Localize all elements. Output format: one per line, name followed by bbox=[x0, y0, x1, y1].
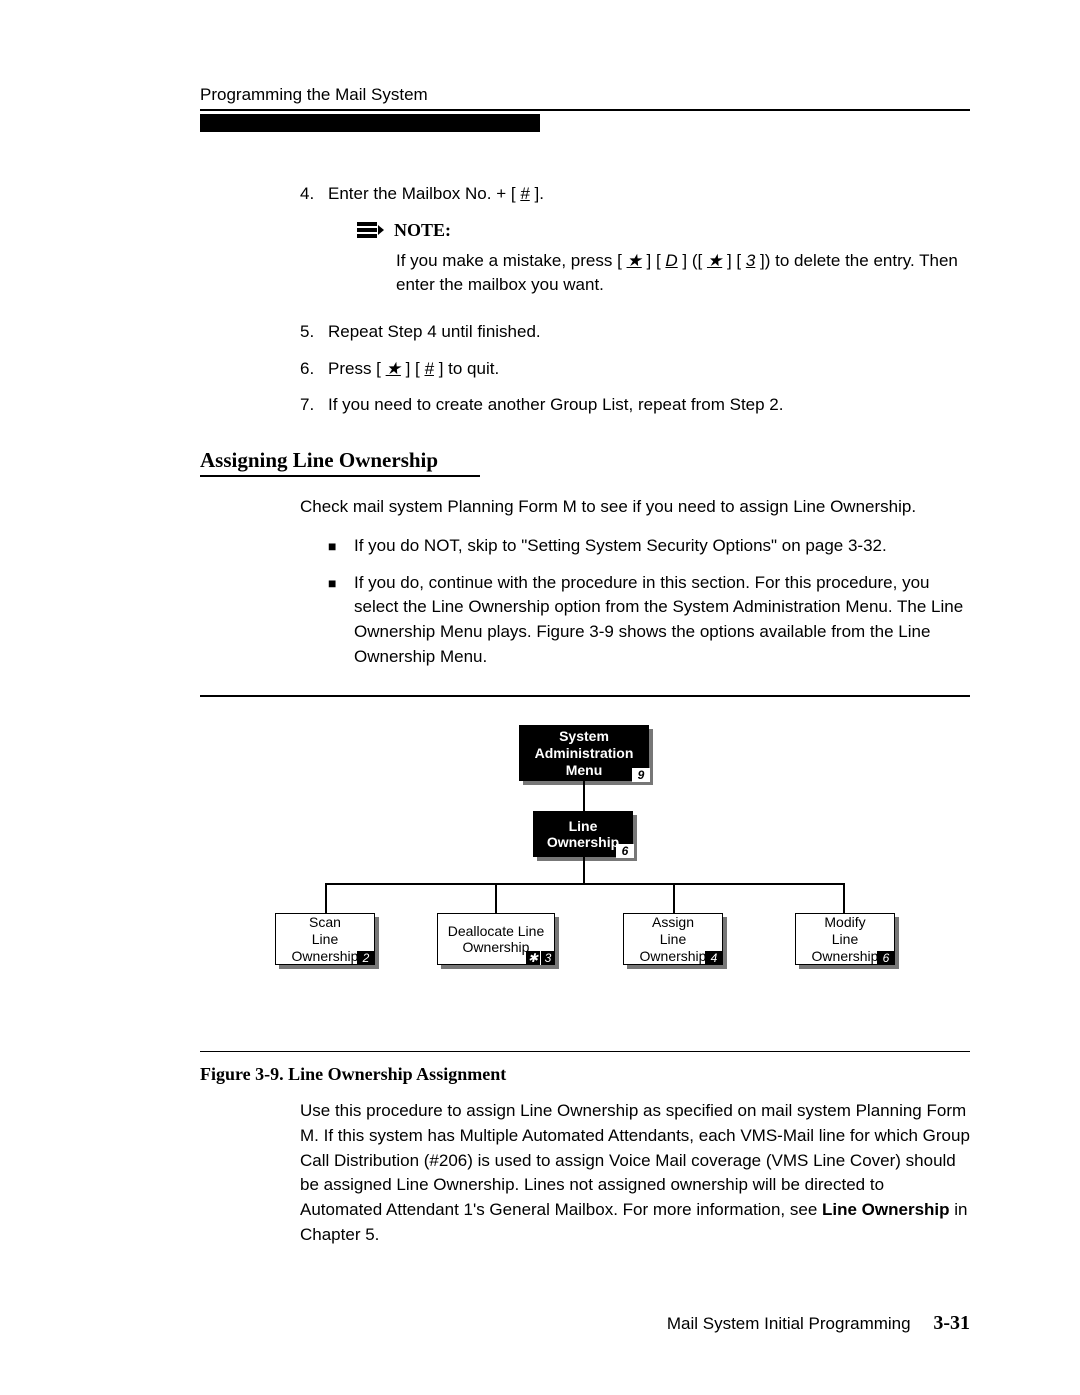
figure-caption: Figure 3-9. Line Ownership Assignment bbox=[200, 1064, 970, 1085]
node-badge: 2 bbox=[357, 951, 375, 965]
node-line: Assign bbox=[630, 914, 716, 931]
bullet-icon: ■ bbox=[328, 571, 354, 596]
header-rule bbox=[200, 109, 970, 111]
node-system-admin-menu: System Administration Menu 9 bbox=[519, 725, 649, 781]
step-4: 4. Enter the Mailbox No. + [ # ]. bbox=[300, 182, 970, 308]
node-line: Ownership bbox=[802, 948, 888, 965]
bullet-text: If you do NOT, skip to "Setting System S… bbox=[354, 534, 970, 559]
step-5: 5. Repeat Step 4 until finished. bbox=[300, 320, 970, 345]
node-line: Ownership bbox=[282, 948, 368, 965]
header-block bbox=[200, 114, 540, 132]
page-footer: Mail System Initial Programming 3-31 bbox=[667, 1312, 970, 1335]
node-modify-line-ownership: Modify Line Ownership 6 bbox=[795, 913, 895, 965]
node-assign-line-ownership: Assign Line Ownership 4 bbox=[623, 913, 723, 965]
node-badge: 9 bbox=[632, 768, 650, 782]
step-text: ] [ bbox=[401, 359, 425, 378]
node-badge: 4 bbox=[705, 951, 723, 965]
key-hash: # bbox=[520, 184, 529, 203]
node-badge-num: 3 bbox=[541, 951, 555, 965]
key-star: ★ bbox=[386, 359, 401, 378]
step-7: 7. If you need to create another Group L… bbox=[300, 393, 970, 418]
node-line: Scan bbox=[282, 914, 368, 931]
node-line: Ownership bbox=[630, 948, 716, 965]
note-text: ] [ bbox=[722, 251, 746, 270]
node-line: Line bbox=[539, 818, 627, 835]
step-text: Press [ bbox=[328, 359, 386, 378]
note-text: ] [ bbox=[642, 251, 666, 270]
node-line: Administration bbox=[525, 745, 643, 762]
step-6: 6. Press [ ★ ] [ # ] to quit. bbox=[300, 357, 970, 382]
node-badge: 6 bbox=[877, 951, 895, 965]
node-line-ownership: Line Ownership 6 bbox=[533, 811, 633, 857]
step-text: ] to quit. bbox=[434, 359, 499, 378]
node-line: System bbox=[525, 728, 643, 745]
section-rule bbox=[200, 475, 480, 477]
figure-bottom-rule bbox=[200, 1051, 970, 1052]
paragraph: Use this procedure to assign Line Owners… bbox=[300, 1099, 970, 1247]
key-d: D bbox=[665, 251, 677, 270]
running-head: Programming the Mail System bbox=[200, 85, 970, 105]
paragraph: Check mail system Planning Form M to see… bbox=[300, 495, 970, 520]
note-text: If you make a mistake, press [ bbox=[396, 251, 627, 270]
figure-top-rule bbox=[200, 695, 970, 697]
note-label-text: NOTE: bbox=[394, 217, 451, 243]
step-text: Repeat Step 4 until finished. bbox=[328, 320, 970, 345]
node-line: Menu bbox=[525, 762, 643, 779]
bullet-text: If you do, continue with the procedure i… bbox=[354, 571, 970, 670]
node-badge: 6 bbox=[616, 844, 634, 858]
node-line: Ownership bbox=[539, 834, 627, 851]
node-line: Line bbox=[630, 931, 716, 948]
node-badge: ✱ 3 bbox=[526, 951, 555, 965]
node-deallocate-line-ownership: Deallocate Line Ownership ✱ 3 bbox=[437, 913, 555, 965]
step-number: 4. bbox=[300, 182, 328, 207]
key-star: ★ bbox=[627, 251, 642, 270]
step-text: Enter the Mailbox No. + [ bbox=[328, 184, 520, 203]
key-hash: # bbox=[425, 359, 434, 378]
paragraph-bold: Line Ownership bbox=[822, 1200, 950, 1219]
step-number: 5. bbox=[300, 320, 328, 345]
step-number: 7. bbox=[300, 393, 328, 418]
step-text: If you need to create another Group List… bbox=[328, 393, 970, 418]
page-number: 3-31 bbox=[933, 1312, 970, 1334]
note-icon bbox=[356, 221, 384, 239]
key-star: ★ bbox=[707, 251, 722, 270]
bullet-item: ■ If you do NOT, skip to "Setting System… bbox=[328, 534, 970, 559]
node-badge-star: ✱ bbox=[526, 951, 540, 965]
diagram: System Administration Menu 9 Line Owners… bbox=[265, 725, 905, 1025]
bullet-icon: ■ bbox=[328, 534, 354, 559]
node-line: Modify bbox=[802, 914, 888, 931]
step-text: ]. bbox=[530, 184, 544, 203]
key-3: 3 bbox=[746, 251, 755, 270]
node-scan-line-ownership: Scan Line Ownership 2 bbox=[275, 913, 375, 965]
note-block: NOTE: If you make a mistake, press [ ★ ]… bbox=[356, 217, 970, 298]
section-title: Assigning Line Ownership bbox=[200, 448, 970, 473]
step-number: 6. bbox=[300, 357, 328, 382]
note-text: ] ([ bbox=[678, 251, 707, 270]
node-line: Line bbox=[282, 931, 368, 948]
bullet-item: ■ If you do, continue with the procedure… bbox=[328, 571, 970, 670]
node-line: Line bbox=[802, 931, 888, 948]
node-line: Deallocate Line bbox=[444, 923, 548, 940]
footer-text: Mail System Initial Programming bbox=[667, 1314, 911, 1333]
